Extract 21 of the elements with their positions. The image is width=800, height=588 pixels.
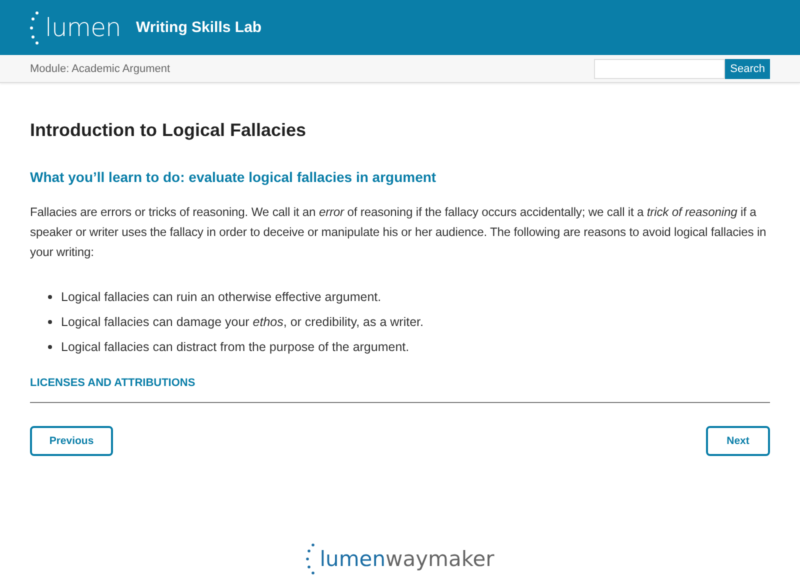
bullet-icon [48, 294, 52, 298]
module-label: Module: Academic Argument [30, 62, 170, 74]
dots-icon [30, 10, 40, 44]
next-button[interactable]: Next [706, 426, 770, 456]
search-button[interactable]: Search [725, 58, 770, 78]
search-field[interactable] [594, 58, 726, 78]
bullet-icon [48, 320, 52, 324]
bullet-text: Logical fallacies can distract from the purpose of the argument. [61, 340, 410, 354]
site-title[interactable]: Writing Skills Lab [136, 19, 262, 36]
footer-logo-brand: lumen [320, 547, 386, 571]
licenses-link[interactable]: LICENSES AND ATTRIBUTIONS [30, 377, 196, 389]
page-title: Introduction to Logical Fallacies [30, 120, 308, 141]
intro-paragraph: Fallacies are errors or tricks of reasoning. We call it an error of reasoning if the fallacy occurs accidentally; we call it a trick of reasoning if a speaker or writer uses the fallacy in order to deceive or manipulate his or her audience. The following are reasons to avoid logical fallacies in your writing: [30, 204, 768, 261]
previous-button[interactable]: Previous [30, 426, 113, 456]
logo-text[interactable]: lumen [45, 13, 121, 42]
bullet-text: Logical fallacies can damage your ethos, or credibility, as a writer. [61, 314, 424, 328]
dots-icon [306, 543, 316, 575]
section-heading: What you’ll learn to do: evaluate logical fallacies in argument [30, 169, 438, 185]
bullet-icon [48, 344, 52, 348]
footer-logo-product: waymaker [386, 547, 494, 571]
bullet-text: Logical fallacies can ruin an otherwise effective argument. [61, 290, 382, 304]
